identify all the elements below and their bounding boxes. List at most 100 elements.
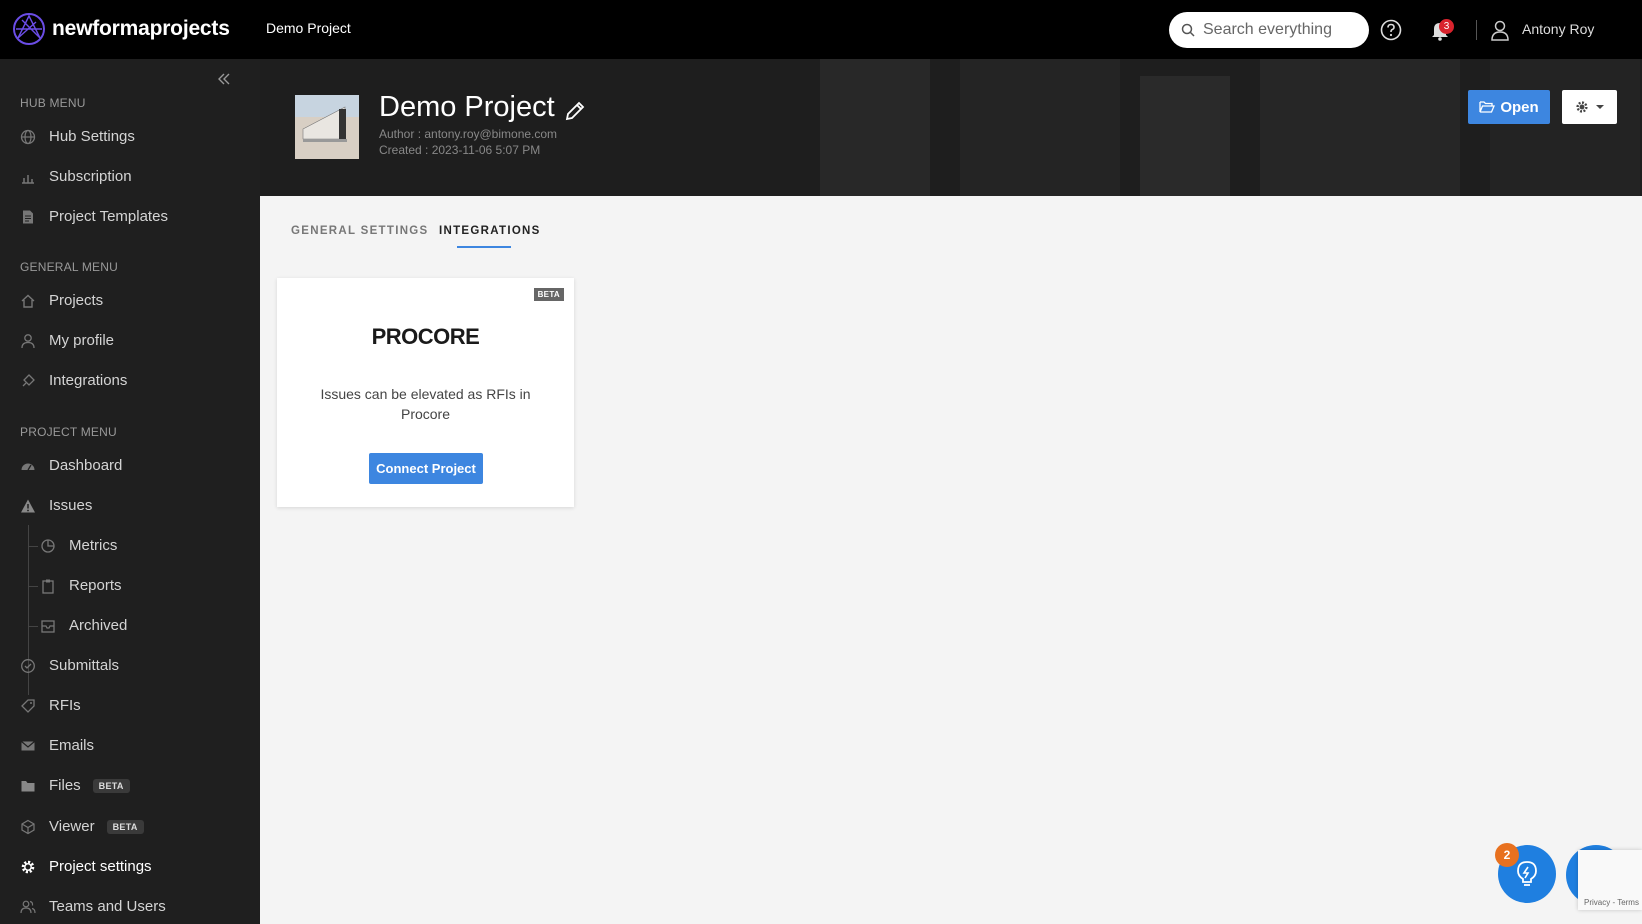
top-bar: newformaprojects Demo Project 3 Antony R… — [0, 0, 1642, 59]
brand-name: newformaprojects — [52, 17, 230, 40]
search-icon — [1181, 23, 1195, 37]
chart-icon — [22, 174, 34, 184]
sidebar-item-label: Files — [49, 777, 81, 794]
collapse-sidebar-icon[interactable] — [216, 71, 232, 87]
home-icon — [21, 294, 35, 308]
tab-general-settings[interactable]: GENERAL SETTINGS — [291, 225, 429, 237]
users-icon — [20, 900, 36, 913]
plug-icon — [22, 373, 35, 386]
sidebar-item-label: Teams and Users — [49, 898, 166, 915]
gauge-icon — [21, 463, 35, 470]
sidebar-item-label: Hub Settings — [49, 128, 135, 145]
sidebar-item-label: Subscription — [49, 168, 132, 185]
topbar-divider — [1476, 20, 1477, 40]
sidebar-item-viewer[interactable]: Viewer BETA — [20, 818, 144, 835]
sidebar-item-label: RFIs — [49, 697, 81, 714]
sidebar-item-metrics[interactable]: Metrics — [40, 537, 117, 554]
tab-integrations[interactable]: INTEGRATIONS — [439, 225, 541, 237]
lightbulb-icon — [1517, 861, 1537, 886]
tree-branch — [28, 586, 38, 587]
gear-icon — [21, 860, 35, 873]
beta-badge: BETA — [92, 778, 130, 793]
general-menu-title: GENERAL MENU — [20, 260, 118, 274]
search-box[interactable] — [1169, 12, 1369, 48]
sidebar-item-label: Viewer — [49, 818, 95, 835]
project-header: Demo Project Author : antony.roy@bimone.… — [260, 59, 1642, 196]
beta-badge: BETA — [106, 819, 144, 834]
envelope-icon — [21, 740, 35, 750]
folder-icon — [21, 780, 35, 791]
globe-icon — [20, 129, 36, 144]
project-author: Author : antony.roy@bimone.com — [379, 127, 558, 141]
pie-chart-icon — [41, 538, 55, 553]
newforma-logo-icon — [13, 13, 45, 45]
project-thumbnail — [295, 95, 359, 159]
sidebar-item-archived[interactable]: Archived — [40, 617, 127, 634]
sidebar-item-label: Dashboard — [49, 457, 123, 474]
project-menu-title: PROJECT MENU — [20, 425, 117, 439]
topbar-project-name[interactable]: Demo Project — [266, 20, 351, 36]
sidebar-item-emails[interactable]: Emails — [20, 737, 94, 754]
sidebar-item-dashboard[interactable]: Dashboard — [20, 457, 122, 474]
clipboard-icon — [42, 579, 54, 594]
sidebar-item-my-profile[interactable]: My profile — [20, 332, 114, 349]
sidebar-item-rfis[interactable]: RFIs — [20, 697, 81, 714]
open-button-label: Open — [1500, 98, 1539, 116]
search-input[interactable] — [1203, 21, 1353, 39]
warning-icon — [21, 499, 35, 512]
sidebar-item-label: Project settings — [49, 858, 152, 875]
sidebar-item-integrations[interactable]: Integrations — [20, 372, 127, 389]
beta-badge: BETA — [533, 288, 564, 301]
user-name[interactable]: Antony Roy — [1522, 21, 1594, 37]
sidebar-item-projects[interactable]: Projects — [20, 292, 103, 309]
procore-integration-card: BETA PROCORE Issues can be elevated as R… — [277, 278, 574, 507]
page-title: Demo Project — [379, 91, 555, 123]
sidebar-item-label: My profile — [49, 332, 115, 349]
caret-down-icon — [1595, 105, 1604, 109]
cube-icon — [21, 819, 35, 834]
sidebar-item-label: Emails — [49, 737, 95, 754]
sidebar-item-label: Archived — [69, 617, 128, 634]
settings-dropdown-button[interactable] — [1562, 90, 1617, 124]
sidebar-item-project-settings[interactable]: Project settings — [20, 858, 152, 875]
sidebar-item-teams-and-users[interactable]: Teams and Users — [20, 898, 166, 915]
tips-badge: 2 — [1495, 843, 1519, 867]
sidebar-item-label: Project Templates — [49, 208, 168, 225]
sidebar-item-files[interactable]: Files BETA — [20, 777, 130, 794]
notification-badge: 3 — [1439, 19, 1454, 34]
tree-branch — [28, 626, 38, 627]
sidebar-item-label: Issues — [49, 497, 93, 514]
sidebar-item-reports[interactable]: Reports — [40, 577, 122, 594]
user-icon[interactable] — [1490, 19, 1510, 41]
recaptcha-text: Privacy - Terms — [1584, 898, 1639, 907]
pencil-icon[interactable] — [564, 100, 586, 122]
folder-open-icon — [1479, 101, 1496, 113]
sidebar-item-label: Integrations — [49, 372, 128, 389]
gear-icon — [1575, 101, 1588, 113]
document-icon — [23, 210, 33, 223]
procore-logo: PROCORE — [371, 324, 480, 349]
connect-project-button[interactable]: Connect Project — [369, 453, 483, 484]
user-icon — [21, 333, 35, 348]
hub-menu-title: HUB MENU — [20, 96, 86, 110]
archive-icon — [41, 619, 55, 633]
sidebar-item-subscription[interactable]: Subscription — [20, 168, 132, 185]
brand-logo[interactable]: newformaprojects — [12, 12, 230, 46]
active-tab-indicator — [457, 246, 511, 248]
sidebar-item-label: Submittals — [49, 657, 120, 674]
open-button[interactable]: Open — [1468, 90, 1550, 124]
integration-description: Issues can be elevated as RFIs in Procor… — [320, 386, 531, 422]
sidebar-item-project-templates[interactable]: Project Templates — [20, 208, 168, 225]
sidebar: HUB MENU Hub Settings Subscription Proje… — [0, 59, 260, 924]
sidebar-item-label: Metrics — [69, 537, 118, 554]
project-created: Created : 2023-11-06 5:07 PM — [379, 143, 541, 157]
tag-icon — [21, 698, 35, 713]
sidebar-item-hub-settings[interactable]: Hub Settings — [20, 128, 135, 145]
sidebar-item-submittals[interactable]: Submittals — [20, 657, 119, 674]
sidebar-item-issues[interactable]: Issues — [20, 497, 92, 514]
check-circle-icon — [21, 658, 35, 673]
recaptcha-badge: Privacy - Terms — [1578, 850, 1642, 910]
help-icon[interactable] — [1380, 19, 1402, 41]
sidebar-item-label: Reports — [69, 577, 122, 594]
sidebar-item-label: Projects — [49, 292, 104, 309]
